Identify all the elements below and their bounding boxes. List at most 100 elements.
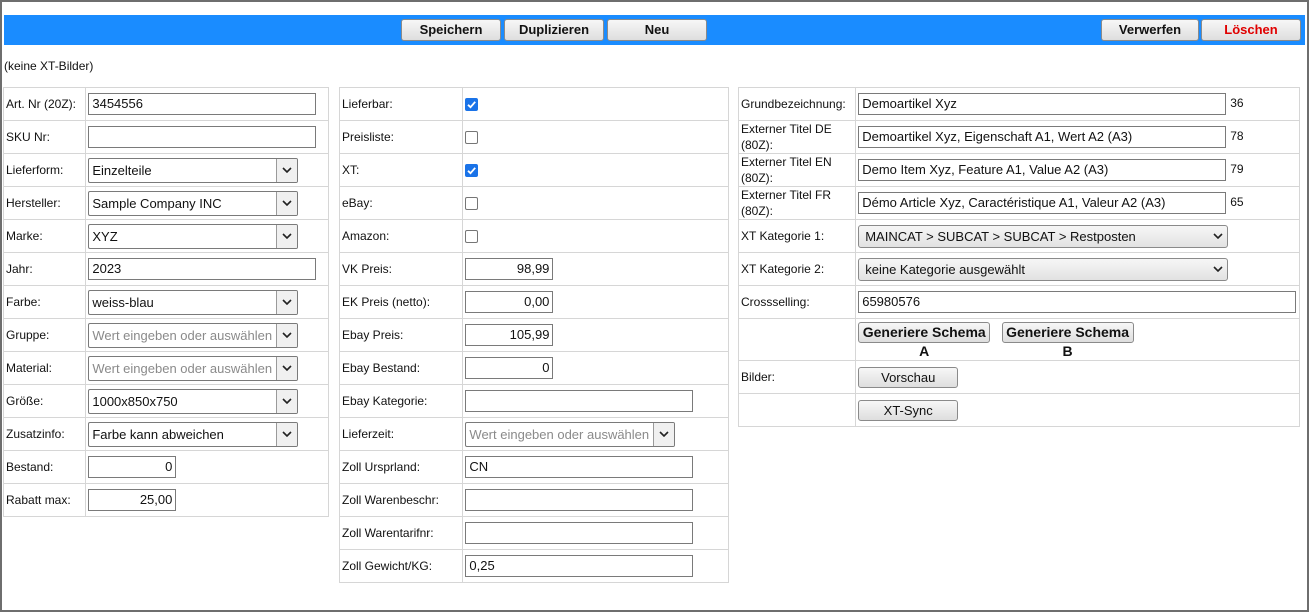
hersteller-value: Sample Company INC bbox=[92, 195, 222, 211]
ebay-label: eBay: bbox=[342, 196, 373, 210]
chevron-down-icon[interactable] bbox=[276, 389, 298, 413]
chevron-down-icon[interactable] bbox=[276, 422, 298, 446]
xt-checkbox[interactable] bbox=[465, 164, 479, 178]
groesse-select[interactable]: 1000x850x750 bbox=[88, 388, 299, 414]
chevron-down-icon[interactable] bbox=[1213, 226, 1223, 247]
row-lieferzeit: Lieferzeit: Wert eingeben oder auswählen bbox=[338, 417, 729, 451]
lieferform-value: Einzelteile bbox=[92, 162, 152, 178]
ebay-bestand-input[interactable]: 0 bbox=[465, 357, 554, 379]
chevron-down-icon[interactable] bbox=[276, 191, 298, 215]
discard-button[interactable]: Verwerfen bbox=[1101, 19, 1199, 41]
groesse-label: Größe: bbox=[6, 394, 44, 408]
row-ebay-bestand: Ebay Bestand: 0 bbox=[338, 351, 729, 385]
zoll-waren-input[interactable] bbox=[465, 489, 694, 511]
preview-button[interactable]: Vorschau bbox=[858, 366, 959, 388]
gruppe-label: Gruppe: bbox=[6, 328, 50, 342]
marke-label: Marke: bbox=[6, 229, 43, 243]
hersteller-select[interactable]: Sample Company INC bbox=[88, 190, 299, 216]
row-titel-en: Externer Titel EN (80Z): Demo Item Xyz, … bbox=[737, 153, 1300, 187]
row-kat2: XT Kategorie 2: keine Kategorie ausgewäh… bbox=[737, 252, 1300, 286]
ek-preis-label: EK Preis (netto): bbox=[342, 295, 431, 309]
titles-form: Grundbezeichnung: Demoartikel Xyz 36 Exte… bbox=[737, 87, 1300, 427]
kat1-value: MAINCAT > SUBCAT > SUBCAT > Restposten bbox=[865, 228, 1136, 244]
marke-value: XYZ bbox=[92, 228, 118, 244]
generate-schema-a-button[interactable]: Generiere Schema A bbox=[858, 322, 991, 359]
new-button[interactable]: Neu bbox=[607, 19, 707, 41]
kat2-label: XT Kategorie 2: bbox=[741, 262, 825, 276]
vk-preis-input[interactable]: 98,99 bbox=[465, 258, 554, 280]
gruppe-placeholder: Wert eingeben oder auswählen bbox=[92, 327, 273, 343]
jahr-label: Jahr: bbox=[6, 262, 33, 276]
sales-channel-form: Lieferbar: Preisliste: XT: eBay: Amazon:… bbox=[338, 87, 729, 583]
ebay-preis-input[interactable]: 105,99 bbox=[465, 324, 554, 346]
save-button[interactable]: Speichern bbox=[401, 19, 501, 41]
xt-sync-button[interactable]: XT-Sync bbox=[858, 399, 959, 421]
gruppe-combobox[interactable]: Wert eingeben oder auswählen bbox=[88, 322, 299, 348]
zusatzinfo-label: Zusatzinfo: bbox=[6, 427, 65, 441]
lieferzeit-combobox[interactable]: Wert eingeben oder auswählen bbox=[465, 421, 676, 447]
titel-fr-label: Externer Titel FR (80Z): bbox=[741, 188, 832, 218]
lieferzeit-placeholder: Wert eingeben oder auswählen bbox=[469, 426, 650, 442]
amazon-label: Amazon: bbox=[342, 229, 390, 243]
amazon-checkbox[interactable] bbox=[465, 230, 479, 244]
row-lieferbar: Lieferbar: bbox=[338, 87, 729, 121]
crossselling-input[interactable]: 65980576 bbox=[858, 291, 1297, 313]
ebay-bestand-label: Ebay Bestand: bbox=[342, 361, 421, 375]
chevron-down-icon[interactable] bbox=[276, 224, 298, 248]
row-titel-de: Externer Titel DE (80Z): Demoartikel Xyz… bbox=[737, 120, 1300, 154]
row-ek-preis: EK Preis (netto): 0,00 bbox=[338, 285, 729, 319]
delete-button[interactable]: Löschen bbox=[1201, 19, 1301, 41]
duplicate-button[interactable]: Duplizieren bbox=[504, 19, 604, 41]
bestand-input[interactable]: 0 bbox=[88, 456, 177, 478]
lieferform-select[interactable]: Einzelteile bbox=[88, 157, 299, 183]
jahr-input[interactable]: 2023 bbox=[88, 258, 317, 280]
sku-input[interactable] bbox=[88, 126, 317, 148]
xt-label: XT: bbox=[342, 163, 360, 177]
grund-char-count: 36 bbox=[1230, 96, 1244, 111]
titel-en-input[interactable]: Demo Item Xyz, Feature A1, Value A2 (A3) bbox=[858, 159, 1227, 181]
zoll-tarif-input[interactable] bbox=[465, 522, 694, 544]
generate-schema-b-button[interactable]: Generiere Schema B bbox=[1001, 322, 1134, 359]
grund-input[interactable]: Demoartikel Xyz bbox=[858, 93, 1227, 115]
marke-select[interactable]: XYZ bbox=[88, 223, 299, 249]
bilder-label: Bilder: bbox=[741, 370, 776, 384]
art-nr-input[interactable]: 3454556 bbox=[88, 93, 317, 115]
xt-kategorie-2-select[interactable]: keine Kategorie ausgewählt bbox=[858, 257, 1229, 281]
ebay-kategorie-input[interactable] bbox=[465, 390, 694, 412]
preisliste-checkbox[interactable] bbox=[465, 131, 479, 145]
chevron-down-icon[interactable] bbox=[276, 323, 298, 347]
titel-fr-char-count: 65 bbox=[1230, 195, 1244, 210]
lieferzeit-label: Lieferzeit: bbox=[342, 427, 395, 441]
lieferbar-checkbox[interactable] bbox=[465, 98, 479, 112]
row-zoll-gewicht: Zoll Gewicht/KG: 0,25 bbox=[338, 549, 729, 583]
ebay-checkbox[interactable] bbox=[465, 197, 479, 211]
zusatzinfo-select[interactable]: Farbe kann abweichen bbox=[88, 421, 299, 447]
rabatt-input[interactable]: 25,00 bbox=[88, 489, 177, 511]
grund-label: Grundbezeichnung: bbox=[741, 97, 846, 111]
row-ebay-preis: Ebay Preis: 105,99 bbox=[338, 318, 729, 352]
zoll-waren-label: Zoll Warenbeschr: bbox=[342, 493, 439, 507]
chevron-down-icon[interactable] bbox=[653, 422, 675, 446]
chevron-down-icon[interactable] bbox=[276, 356, 298, 380]
titel-en-label: Externer Titel EN (80Z): bbox=[741, 155, 832, 185]
ek-preis-input[interactable]: 0,00 bbox=[465, 291, 554, 313]
groesse-value: 1000x850x750 bbox=[92, 393, 178, 409]
kat2-value: keine Kategorie ausgewählt bbox=[865, 261, 1025, 277]
material-combobox[interactable]: Wert eingeben oder auswählen bbox=[88, 355, 299, 381]
xt-kategorie-1-select[interactable]: MAINCAT > SUBCAT > SUBCAT > Restposten bbox=[858, 224, 1229, 248]
chevron-down-icon[interactable] bbox=[276, 290, 298, 314]
titel-de-label: Externer Titel DE (80Z): bbox=[741, 122, 832, 152]
zusatzinfo-value: Farbe kann abweichen bbox=[92, 426, 224, 442]
chevron-down-icon[interactable] bbox=[1213, 259, 1223, 280]
zoll-ursprung-input[interactable]: CN bbox=[465, 456, 694, 478]
chevron-down-icon[interactable] bbox=[276, 158, 298, 182]
titel-de-input[interactable]: Demoartikel Xyz, Eigenschaft A1, Wert A2… bbox=[858, 126, 1227, 148]
zoll-ursprung-label: Zoll Ursprland: bbox=[342, 460, 421, 474]
zoll-gewicht-input[interactable]: 0,25 bbox=[465, 555, 694, 577]
toolbar: Speichern Duplizieren Neu Verwerfen Lösc… bbox=[4, 15, 1305, 45]
row-groesse: Größe: 1000x850x750 bbox=[2, 384, 329, 418]
hersteller-label: Hersteller: bbox=[6, 196, 61, 210]
farbe-select[interactable]: weiss-blau bbox=[88, 289, 299, 315]
checkmark-icon bbox=[467, 167, 477, 175]
titel-fr-input[interactable]: Démo Article Xyz, Caractéristique A1, Va… bbox=[858, 192, 1227, 214]
